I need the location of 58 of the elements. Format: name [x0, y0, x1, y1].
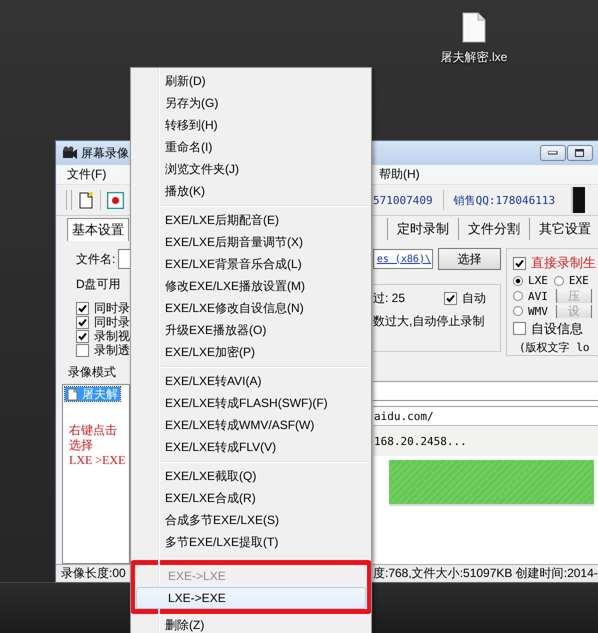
format-label: AVI — [528, 290, 548, 302]
disk-space-label: D盘可用 — [76, 276, 121, 293]
direct-record-label: 直接录制生 — [531, 254, 596, 272]
menu-item[interactable]: EXE/LXE转成FLASH(SWF)(F) — [133, 392, 369, 414]
window-title: 屏幕录像 — [81, 144, 129, 162]
status-text: 度:768,文件大小:51097KB 创建时间:2014- — [373, 565, 598, 582]
menu-item[interactable]: 多节EXE/LXE提取(T) — [133, 531, 369, 553]
menu-item[interactable]: 升级EXE播放器(O) — [133, 319, 369, 341]
format-label: WMV — [528, 304, 548, 318]
menu-item[interactable]: 刷新(D) — [133, 70, 369, 92]
menu-item[interactable]: 另存为(G) — [133, 92, 369, 114]
menu-item[interactable]: EXE/LXE背景音乐合成(L) — [133, 253, 369, 275]
menu-item[interactable]: 合成多节EXE/LXE(S) — [133, 509, 369, 531]
menu-item[interactable]: EXE/LXE转AVI(A) — [133, 370, 369, 392]
menu-item[interactable]: 播放(K) — [133, 180, 369, 202]
menu-item[interactable]: EXE/LXE后期配音(E) — [133, 209, 369, 231]
menu-item[interactable]: EXE/LXE转成FLV(V) — [133, 436, 369, 458]
sales-qq: 销售QQ:178046113 — [454, 192, 556, 208]
frame-rate-label: 过: 25 — [373, 290, 406, 306]
instruction-note: 右键点击 选择 LXE >EXE — [69, 423, 126, 468]
format-label: LXE — [528, 274, 548, 288]
menu-item[interactable]: EXE/LXE加密(P) — [133, 341, 369, 363]
menu-item[interactable]: 重命名(I) — [133, 136, 369, 158]
section-label: 录像模式 — [68, 364, 116, 380]
menu-item[interactable]: 转移到(H) — [133, 114, 369, 136]
menu-item[interactable]: 修改EXE/LXE播放设置(M) — [133, 275, 369, 297]
menu-item[interactable]: LXE->EXE — [136, 587, 366, 609]
menu-item[interactable]: EXE/LXE合成(R) — [133, 487, 369, 509]
tab[interactable]: 其它设置 — [529, 218, 598, 240]
auto-stop-note: 数过大,自动停止录制 — [373, 313, 486, 330]
address-field: aidu.com/ — [373, 406, 598, 426]
tab[interactable]: 文件分割 — [458, 218, 529, 240]
menu-item[interactable]: EXE/LXE转成WMV/ASF(W) — [133, 414, 369, 436]
option-label: 录制透 — [94, 342, 130, 357]
path-field[interactable]: es (x86)\ — [373, 249, 433, 269]
choose-button[interactable]: 选择 — [438, 248, 501, 270]
menu-item[interactable]: 浏览文件夹(J) — [133, 158, 369, 180]
menu-item[interactable]: EXE/LXE截取(Q) — [133, 465, 369, 487]
copyright-label: (版权文字 lo — [519, 340, 590, 355]
phone-number: 571007409 — [373, 194, 433, 206]
menu-item[interactable]: EXE/LXE修改自设信息(N) — [133, 297, 369, 319]
format-label: EXE — [568, 274, 589, 288]
menu-item[interactable]: 文件(F) — [61, 166, 112, 183]
file-name: 屠夫解 — [82, 386, 118, 402]
menu-item[interactable]: EXE/LXE后期音量调节(X) — [133, 231, 369, 253]
option-label: 录制视 — [94, 328, 130, 344]
menu-item[interactable]: 帮助(H) — [373, 166, 426, 183]
status-text: 168.20.2458... — [373, 426, 598, 456]
menu-item[interactable]: 删除(Z) — [133, 614, 369, 633]
option-label: 同时录 — [94, 314, 130, 330]
file-name[interactable]: 屠夫解密.lxe — [440, 49, 508, 66]
tab[interactable]: 基本设置 — [67, 218, 129, 240]
option-label: 同时录 — [94, 301, 130, 316]
field-label: 文件名: — [76, 250, 116, 268]
tab[interactable]: 定时录制 — [387, 218, 458, 240]
auto-label: 自动 — [462, 290, 486, 306]
status-text: 录像长度:00 — [61, 565, 126, 582]
custom-info-label: 自设信息 — [531, 320, 583, 338]
